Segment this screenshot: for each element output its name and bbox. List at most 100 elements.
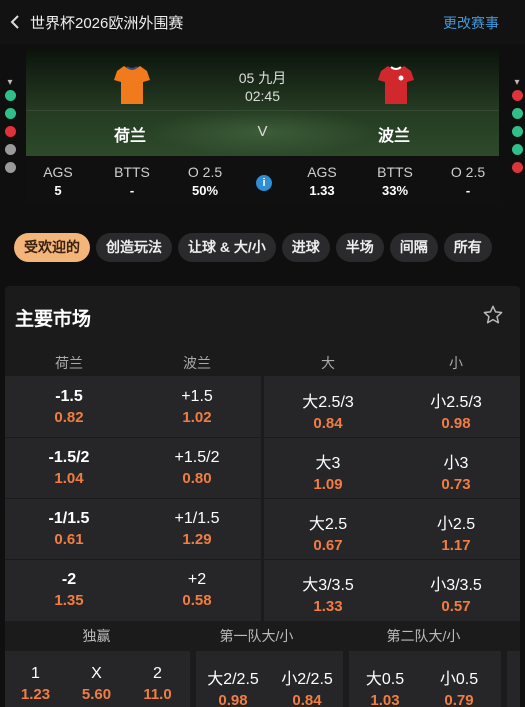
outcome-label: 1 [31, 665, 40, 682]
total-line: 大2.5 [308, 516, 348, 533]
back-chevron-icon[interactable] [10, 15, 24, 29]
change-event-link[interactable]: 更改赛事 [443, 13, 499, 33]
form-dot [511, 144, 523, 155]
odds-value: 1.09 [313, 476, 343, 493]
info-icon[interactable]: i [256, 175, 272, 191]
chip-goals[interactable]: 进球 [281, 233, 330, 262]
total-line: 大2/2.5 [207, 671, 259, 688]
handicap-block: -1.5 0.82 +1.5 1.02 -1.5/2 1.04 +1.5/2 0… [5, 376, 261, 621]
row-divider [5, 437, 261, 438]
odds-value: 0.82 [54, 409, 84, 426]
handicap-away-1[interactable]: +1.5 1.02 [133, 388, 261, 426]
chip-bet-builder[interactable]: 创造玩法 [96, 233, 172, 262]
odds-value: 0.67 [313, 537, 343, 554]
match-date: 05 九月 [238, 70, 287, 86]
odds-value: 0.79 [444, 692, 474, 707]
under-4[interactable]: 小3/3.5 0.57 [392, 571, 520, 615]
row-divider [5, 559, 261, 560]
handicap-line: -1/1.5 [48, 510, 90, 527]
handicap-line: +2 [187, 571, 207, 588]
moneyline-away[interactable]: 2 11.0 [127, 665, 188, 703]
column-header-over: 大 [321, 355, 335, 371]
right-form-indicator[interactable]: ▾ [509, 78, 525, 180]
over-1[interactable]: 大2.5/3 0.84 [264, 388, 392, 432]
total-line: 小3 [443, 455, 469, 472]
under-2[interactable]: 小3 0.73 [392, 449, 520, 493]
row-divider [5, 498, 261, 499]
stat-label: BTTS [114, 164, 150, 180]
odds-value: 1.29 [182, 531, 212, 548]
stat-value: 33% [381, 183, 409, 198]
next-block-edge [507, 651, 520, 707]
favorite-star-icon[interactable] [482, 304, 504, 326]
odds-value: 11.0 [143, 686, 172, 703]
chip-handicap-over-under[interactable]: 让球 & 大/小 [178, 233, 276, 262]
team1-under[interactable]: 小2/2.5 0.84 [270, 665, 344, 707]
team2-over[interactable]: 大0.5 1.03 [349, 665, 421, 707]
team2-under[interactable]: 小0.5 0.79 [421, 665, 497, 707]
form-dot [511, 162, 523, 173]
team2-total-block: 大0.5 1.03 小0.5 0.79 [349, 651, 501, 707]
moneyline-draw[interactable]: X 5.60 [66, 665, 127, 703]
stat-value: - [129, 183, 135, 198]
form-dot [4, 162, 16, 173]
team1-over[interactable]: 大2/2.5 0.98 [196, 665, 270, 707]
total-line: 小2.5 [436, 516, 476, 533]
top-bar: 世界杯2026欧洲外围赛 更改赛事 [0, 0, 525, 44]
odds-value: 1.03 [370, 692, 400, 707]
form-dot [511, 126, 523, 137]
total-line: 大0.5 [365, 671, 405, 688]
under-1[interactable]: 小2.5/3 0.98 [392, 388, 520, 432]
over-2[interactable]: 大3 1.09 [264, 449, 392, 493]
odds-value: 0.84 [292, 692, 322, 707]
handicap-away-4[interactable]: +2 0.58 [133, 571, 261, 609]
chip-popular[interactable]: 受欢迎的 [14, 233, 90, 262]
home-stat-ags: AGS 5 [28, 164, 88, 198]
versus-label: V [257, 123, 268, 140]
left-form-indicator[interactable]: ▾ [2, 78, 18, 180]
form-dot [511, 108, 523, 119]
over-3[interactable]: 大2.5 0.67 [264, 510, 392, 554]
team-stats: AGS 5 BTTS - O 2.5 50% i AGS 1.33 BTTS 3… [26, 158, 499, 204]
outcome-label: X [91, 665, 102, 682]
away-stat-over: O 2.5 - [438, 164, 498, 198]
home-stat-over: O 2.5 50% [175, 164, 235, 198]
match-time: 02:45 [244, 88, 281, 104]
section-header-team1-total: 第一队大/小 [219, 628, 294, 644]
panel-title: 主要市场 [15, 309, 92, 330]
handicap-home-2[interactable]: -1.5/2 1.04 [5, 449, 133, 487]
form-dot [4, 126, 16, 137]
chip-all[interactable]: 所有 [443, 233, 492, 262]
stat-label: O 2.5 [450, 164, 486, 180]
market-filter-chips: 受欢迎的 创造玩法 让球 & 大/小 进球 半场 间隔 所有 [14, 233, 525, 263]
form-dot [4, 90, 16, 101]
handicap-away-2[interactable]: +1.5/2 0.80 [133, 449, 261, 487]
row-divider [264, 498, 520, 499]
odds-value: 0.98 [218, 692, 248, 707]
odds-value: 1.35 [54, 592, 84, 609]
chevron-up-icon: ▾ [7, 77, 13, 88]
form-dot [4, 108, 16, 119]
odds-value: 0.73 [441, 476, 471, 493]
odds-value: 1.23 [20, 686, 51, 703]
row-divider [264, 437, 520, 438]
chip-half-time[interactable]: 半场 [335, 233, 384, 262]
handicap-home-4[interactable]: -2 1.35 [5, 571, 133, 609]
odds-value: 0.61 [54, 531, 84, 548]
away-stat-ags: AGS 1.33 [292, 164, 352, 198]
handicap-away-3[interactable]: +1/1.5 1.29 [133, 510, 261, 548]
stat-label: AGS [307, 164, 337, 180]
handicap-home-3[interactable]: -1/1.5 0.61 [5, 510, 133, 548]
handicap-home-1[interactable]: -1.5 0.82 [5, 388, 133, 426]
stat-value: 50% [191, 183, 219, 198]
chip-intervals[interactable]: 间隔 [389, 233, 438, 262]
away-stat-btts: BTTS 33% [365, 164, 425, 198]
stat-value: 5 [54, 183, 62, 198]
stat-value: - [465, 183, 471, 198]
stat-label: O 2.5 [187, 164, 223, 180]
odds-value: 0.58 [182, 592, 212, 609]
moneyline-home[interactable]: 1 1.23 [5, 665, 66, 703]
under-3[interactable]: 小2.5 1.17 [392, 510, 520, 554]
handicap-line: +1.5 [181, 388, 213, 405]
over-4[interactable]: 大3/3.5 1.33 [264, 571, 392, 615]
